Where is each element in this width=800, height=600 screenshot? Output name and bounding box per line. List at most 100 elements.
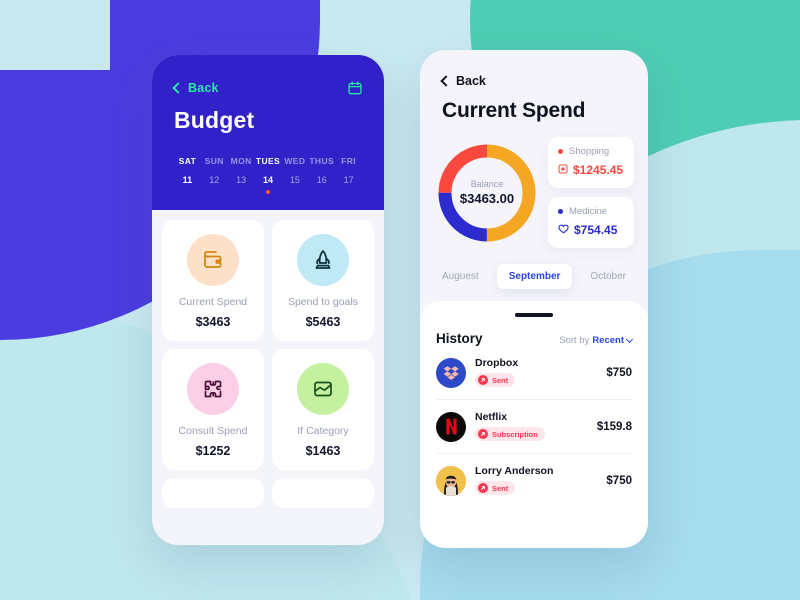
spend-card-consult-spend[interactable]: Consult Spend $1252 (162, 349, 264, 470)
day-name: MON (230, 156, 252, 166)
dropbox-logo (436, 357, 466, 388)
day-column-6[interactable]: FRI 17 (335, 156, 362, 194)
wallet-icon (187, 234, 239, 286)
spend-card-amount: $1252 (195, 444, 231, 458)
history-row-name: Lorry Anderson (475, 465, 554, 477)
legend-amount: $1245.45 (573, 163, 624, 177)
spend-card-current-spend[interactable]: Current Spend $3463 (162, 220, 264, 341)
history-row-amount: $159.8 (596, 420, 632, 433)
sent-arrow-icon (478, 375, 488, 385)
puzzle-icon (187, 363, 239, 415)
spend-card-spend-to-goals[interactable]: Spend to goals $5463 (272, 220, 374, 341)
spend-card-label: Spend to goals (287, 296, 359, 308)
spend-card-partial-left[interactable] (162, 478, 264, 508)
spend-donut-chart: Balance $3463.00 (434, 140, 540, 246)
background-shape-sliver (0, 0, 110, 70)
day-number: 16 (316, 175, 327, 185)
legend-dot-icon (558, 149, 563, 154)
sort-by-value: Recent (592, 335, 624, 346)
bag-icon (558, 161, 568, 179)
budget-topbar: Back (172, 81, 362, 95)
history-row-lorry-anderson[interactable]: Lorry Anderson Sent $750 (436, 454, 632, 507)
day-name: FRI (341, 156, 357, 166)
month-tab-september[interactable]: September (496, 264, 573, 289)
chevron-left-icon (172, 82, 184, 94)
status-badge: Sent (475, 373, 516, 387)
day-indicator-dot (266, 190, 270, 194)
sort-by-control[interactable]: Sort by Recent (559, 335, 634, 346)
legend-card-value-row: $1245.45 (558, 161, 624, 179)
rocket-icon (297, 234, 349, 286)
month-tab-october[interactable]: October (586, 265, 630, 288)
day-column-2[interactable]: MON 13 (228, 156, 255, 194)
legend-name: Shopping (569, 146, 610, 157)
day-number: 12 (209, 175, 220, 185)
status-badge-label: Subscription (492, 429, 538, 439)
status-badge: Subscription (475, 427, 545, 441)
history-row-netflix[interactable]: Netflix Subscription $159.8 (436, 400, 632, 454)
history-header: History Sort by Recent (436, 331, 634, 346)
legend-dot-icon (558, 209, 563, 214)
spend-back-button[interactable]: Back (440, 74, 626, 88)
sort-by-label: Sort by (559, 335, 590, 346)
history-row-dropbox[interactable]: Dropbox Sent $750 (436, 346, 632, 400)
screenshot-canvas: Back Budget SAT 11 SUN 12 MON 13 TUES 14… (0, 0, 800, 600)
history-row-name: Dropbox (475, 357, 519, 369)
budget-phone-screen: Back Budget SAT 11 SUN 12 MON 13 TUES 14… (152, 55, 384, 545)
spend-card-partial-right[interactable] (272, 478, 374, 508)
day-name: THUS (309, 156, 335, 166)
history-row-text: Netflix Subscription (475, 411, 588, 442)
budget-header: Back Budget SAT 11 SUN 12 MON 13 TUES 14… (152, 55, 384, 210)
day-column-5[interactable]: THUS 16 (308, 156, 335, 194)
spend-card-amount: $3463 (195, 315, 231, 329)
budget-page-title: Budget (174, 107, 255, 133)
spend-header: Back Current Spend (420, 50, 648, 123)
sent-arrow-icon (478, 429, 488, 439)
sheet-grabber-handle[interactable] (515, 313, 553, 317)
image-chart-icon (297, 363, 349, 415)
spend-page-title: Current Spend (442, 99, 586, 122)
status-badge-label: Sent (492, 375, 509, 385)
month-tab-bar: Auguest September October (420, 248, 648, 301)
spend-card-label: Consult Spend (178, 425, 248, 437)
day-number: 13 (236, 175, 247, 185)
avatar-photo (436, 465, 466, 496)
history-sheet: History Sort by Recent Dropbox Sent $750… (420, 301, 648, 548)
status-badge: Sent (475, 481, 516, 495)
day-number: 15 (289, 175, 300, 185)
legend-card-heading: Shopping (558, 146, 624, 157)
history-row-text: Dropbox Sent (475, 357, 597, 388)
spend-card-label: If Category (297, 425, 349, 437)
day-column-selected[interactable]: TUES 14 (255, 156, 282, 194)
legend-amount: $754.45 (574, 223, 618, 237)
calendar-icon[interactable] (348, 81, 362, 95)
chevron-down-icon (625, 335, 634, 344)
legend-card-heading: Medicine (558, 206, 624, 217)
day-column-1[interactable]: SUN 12 (201, 156, 228, 194)
budget-back-label: Back (188, 81, 219, 95)
legend-card-medicine[interactable]: Medicine $754.45 (548, 197, 634, 248)
spend-card-grid: Current Spend $3463 Spend to goals $5463 (162, 220, 374, 508)
legend-card-shopping[interactable]: Shopping $1245.45 (548, 137, 634, 188)
week-strip: SAT 11 SUN 12 MON 13 TUES 14 WED 15 THUS… (174, 156, 362, 194)
month-tab-auguest[interactable]: Auguest (438, 265, 483, 288)
history-row-text: Lorry Anderson Sent (475, 465, 597, 496)
spend-card-if-category[interactable]: If Category $1463 (272, 349, 374, 470)
spend-card-amount: $5463 (305, 315, 341, 329)
history-row-amount: $750 (606, 474, 632, 487)
legend-list: Shopping $1245.45 Medicine $754.45 (548, 137, 634, 248)
budget-card-area: Current Spend $3463 Spend to goals $5463 (152, 210, 384, 508)
day-name: SUN (204, 156, 224, 166)
day-name: WED (284, 156, 306, 166)
day-number: 11 (182, 175, 193, 185)
budget-back-button[interactable]: Back (172, 81, 219, 95)
heart-icon (558, 221, 569, 239)
day-name: TUES (255, 156, 281, 166)
history-row-name: Netflix (475, 411, 508, 423)
day-column-tues-0[interactable]: SAT 11 (174, 156, 201, 194)
spend-back-label: Back (456, 74, 486, 88)
day-name: SAT (178, 156, 197, 166)
history-title: History (436, 331, 483, 346)
current-spend-phone-screen: Back Current Spend Balance $3463.00 Shop… (420, 50, 648, 548)
day-column-4[interactable]: WED 15 (281, 156, 308, 194)
